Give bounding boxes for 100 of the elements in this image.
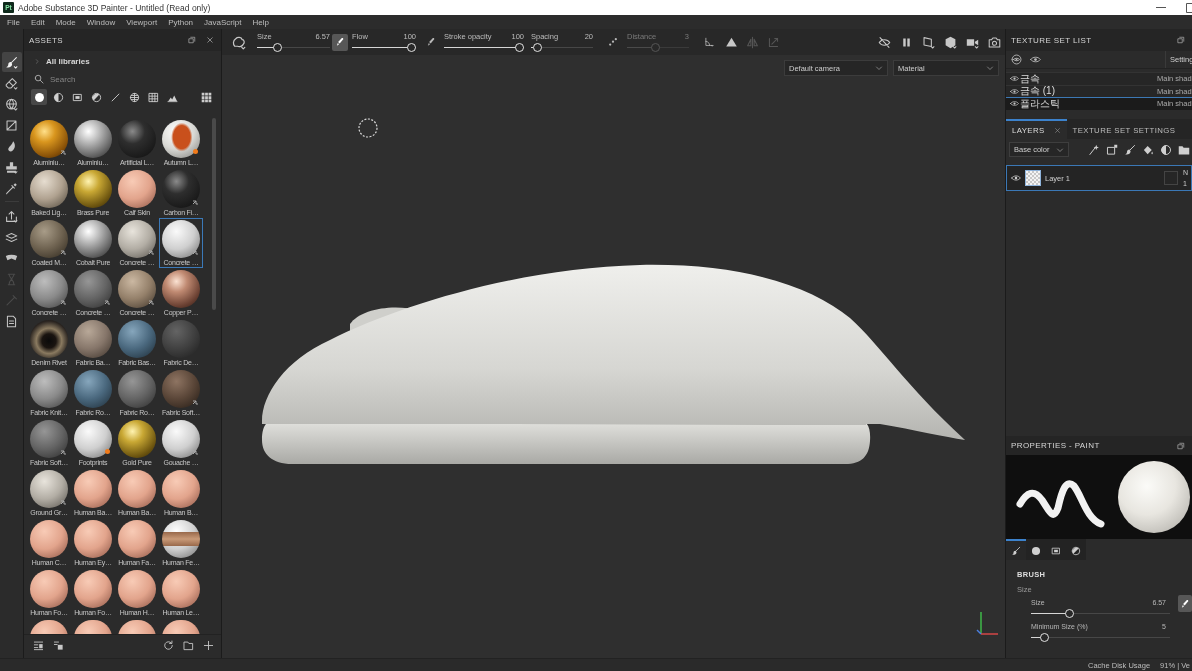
material-preview-sphere <box>118 570 156 608</box>
window-icon[interactable] <box>1177 441 1185 450</box>
camera-icon[interactable] <box>988 35 1001 49</box>
close-icon[interactable] <box>1053 126 1061 134</box>
list-icon[interactable] <box>33 640 44 651</box>
material-preview-sphere <box>118 520 156 558</box>
material-preview-sphere <box>74 170 112 208</box>
material-preview-sphere <box>74 520 112 558</box>
panel-title: ASSETS <box>29 35 63 45</box>
material-preview-sphere <box>30 320 68 358</box>
eye-crossed-icon[interactable] <box>878 35 891 49</box>
close-icon[interactable] <box>206 36 214 44</box>
chevron-down-icon <box>986 64 994 72</box>
material-preview-sphere <box>162 470 200 508</box>
maximize-icon[interactable] <box>1186 2 1192 13</box>
stamp-icon <box>5 160 18 174</box>
material-preview-sphere <box>162 520 200 558</box>
menu-item[interactable]: Mode <box>55 17 76 27</box>
grid-view-icon[interactable] <box>201 91 212 103</box>
material-preview-sphere <box>162 320 200 358</box>
square-icon <box>1051 545 1061 556</box>
eye-icon[interactable] <box>1010 86 1019 96</box>
toggle-button[interactable] <box>1178 595 1192 612</box>
menu-item[interactable]: Python <box>168 17 194 27</box>
material-preview-sphere <box>162 120 200 158</box>
material-preview-sphere <box>30 570 68 608</box>
eye-icon[interactable] <box>1030 54 1041 65</box>
window-icon[interactable] <box>1177 36 1185 44</box>
tool-button[interactable] <box>1 52 22 72</box>
filter-button[interactable] <box>31 89 47 105</box>
property-tab[interactable] <box>1026 539 1046 560</box>
folder-icon[interactable] <box>1178 143 1190 156</box>
material-preview-sphere <box>74 470 112 508</box>
brush-icon <box>1011 545 1021 556</box>
list-box-icon[interactable] <box>53 640 64 651</box>
square-diagonal-icon <box>5 118 18 132</box>
layer-mask-thumbnail <box>1164 171 1178 185</box>
material-preview-sphere <box>30 470 68 508</box>
property-tab[interactable] <box>1066 539 1086 560</box>
shaded-sphere-icon <box>90 91 102 103</box>
material-preview-sphere <box>118 420 156 458</box>
search-field[interactable]: Search <box>50 73 190 85</box>
eye-icon[interactable] <box>1011 173 1021 183</box>
shaded-sphere-icon <box>1071 545 1081 556</box>
panel-title: PROPERTIES - PAINT <box>1011 441 1100 450</box>
wand-sparkle-icon[interactable] <box>1088 143 1100 156</box>
menu-item[interactable]: Help <box>252 17 269 27</box>
window-icon[interactable] <box>188 36 196 44</box>
hammer-icon <box>5 293 18 307</box>
menu-item[interactable]: File <box>7 17 20 27</box>
material-preview-sphere <box>74 320 112 358</box>
texture-set-name: 플라스틱 <box>1020 98 1060 109</box>
search-icon <box>34 74 44 84</box>
material-preview-sphere <box>30 370 68 408</box>
computer-mouse-model[interactable] <box>262 265 965 464</box>
layer-add-icon[interactable] <box>1106 143 1118 156</box>
globe-icon <box>5 97 18 111</box>
material-preview-sphere <box>118 270 156 308</box>
material-preview-sphere <box>162 220 200 258</box>
menu-item[interactable]: Window <box>86 17 116 27</box>
brush-icon[interactable] <box>1124 143 1136 156</box>
paint-bucket-icon[interactable] <box>1142 143 1154 156</box>
axis-gizmo-icon <box>976 611 999 635</box>
frame-icon[interactable] <box>922 35 935 49</box>
menu-item[interactable]: Edit <box>30 17 45 27</box>
menu-item[interactable]: JavaScript <box>204 17 242 27</box>
material-preview-sphere <box>118 170 156 208</box>
brush-preset-icon[interactable] <box>231 34 246 50</box>
eye-icon[interactable] <box>1010 99 1019 109</box>
triangle-icon[interactable] <box>725 35 738 49</box>
eraser-icon <box>5 76 18 90</box>
material-preview-sphere <box>118 220 156 258</box>
material-preview-sphere <box>30 120 68 158</box>
document-icon <box>5 314 18 328</box>
refresh-icon[interactable] <box>163 640 174 651</box>
plus-icon[interactable] <box>203 640 214 651</box>
eyedropper-icon <box>5 181 18 195</box>
material-preview-sphere <box>74 570 112 608</box>
material-preview-sphere <box>162 270 200 308</box>
menu-item[interactable]: Viewport <box>126 17 158 27</box>
pause-icon[interactable] <box>900 35 913 49</box>
material-preview-sphere <box>118 320 156 358</box>
half-circle-icon[interactable] <box>1160 143 1172 156</box>
tray-arrow-icon <box>5 209 18 223</box>
library-name[interactable]: All libraries <box>46 56 90 66</box>
material-preview-sphere <box>118 470 156 508</box>
chevron-down-icon <box>875 64 883 72</box>
half-sphere-icon <box>52 91 64 103</box>
property-tab[interactable] <box>1006 539 1026 560</box>
material-preview-sphere <box>30 270 68 308</box>
texture-set-name: 금속 (1) <box>1020 86 1055 97</box>
pen-nib-icon <box>426 37 436 47</box>
toggle-button[interactable] <box>332 33 348 51</box>
eye-ring-icon[interactable] <box>1011 54 1022 65</box>
window-title: Adobe Substance 3D Painter - Untitled (Read only) <box>18 2 211 13</box>
chevron-down-icon <box>1056 145 1064 154</box>
eye-icon[interactable] <box>1010 74 1019 84</box>
folder-icon[interactable] <box>183 640 194 651</box>
material-preview-sphere <box>30 170 68 208</box>
cube-icon[interactable] <box>944 35 957 49</box>
